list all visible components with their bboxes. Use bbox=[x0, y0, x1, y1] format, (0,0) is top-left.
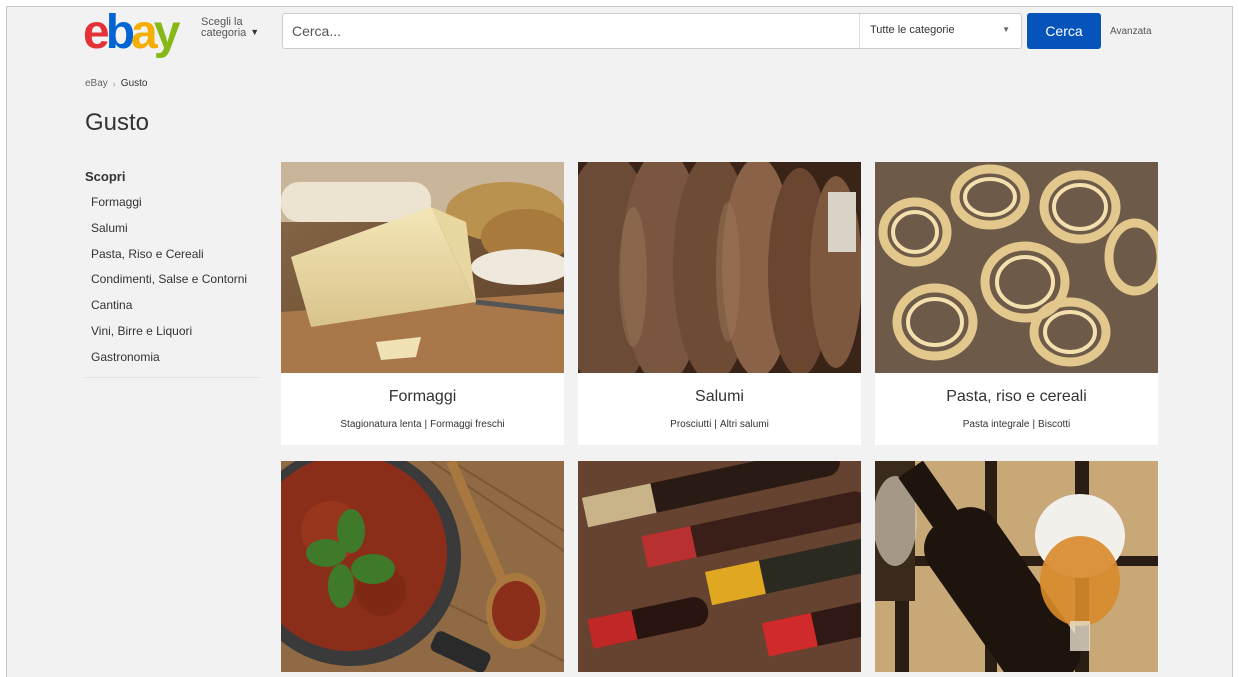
link-separator: | bbox=[714, 419, 717, 430]
category-card-wine[interactable] bbox=[578, 461, 861, 672]
category-card-pasta[interactable]: Pasta, riso e cereali Pasta integrale | Bi… bbox=[875, 162, 1158, 445]
category-select-value: Tutte le categorie bbox=[870, 24, 955, 36]
chevron-down-icon: ▼ bbox=[1002, 25, 1010, 34]
sidebar-heading: Scopri bbox=[85, 169, 126, 184]
sidebar: Scopri Formaggi Salumi Pasta, Riso e Cer… bbox=[85, 169, 261, 378]
sidebar-item-gastronomia[interactable]: Gastronomia bbox=[91, 351, 261, 363]
link-separator: | bbox=[1032, 419, 1036, 430]
card-links: Prosciutti | Altri salumi bbox=[578, 419, 861, 430]
search-box: Tutte le categorie ▼ bbox=[282, 13, 1022, 49]
sidebar-item-condimenti[interactable]: Condimenti, Salse e Contorni bbox=[91, 273, 261, 285]
sidebar-item-pasta[interactable]: Pasta, Riso e Cereali bbox=[91, 248, 261, 260]
sidebar-item-salumi[interactable]: Salumi bbox=[91, 222, 261, 234]
cheese-image bbox=[281, 162, 564, 373]
sidebar-item-cantina[interactable]: Cantina bbox=[91, 299, 261, 311]
card-title[interactable]: Formaggi bbox=[281, 388, 564, 406]
sauce-image bbox=[281, 461, 564, 672]
page-title: Gusto bbox=[85, 109, 150, 136]
browser-viewport: ebay Scegli la categoria ▼ Tutte le cate… bbox=[6, 6, 1233, 677]
breadcrumb: eBay › Gusto bbox=[85, 78, 147, 89]
card-links: Pasta integrale | Biscotti bbox=[875, 419, 1158, 430]
card-title[interactable]: Salumi bbox=[578, 388, 861, 406]
card-link[interactable]: Formaggi freschi bbox=[430, 419, 504, 430]
shop-by-category-button[interactable]: Scegli la categoria ▼ bbox=[201, 17, 259, 39]
category-card-salumi[interactable]: Salumi Prosciutti | Altri salumi bbox=[578, 162, 861, 445]
sidebar-divider bbox=[85, 377, 261, 378]
search-button[interactable]: Cerca bbox=[1027, 13, 1101, 49]
sidebar-list: Formaggi Salumi Pasta, Riso e Cereali Co… bbox=[85, 196, 261, 363]
card-link[interactable]: Prosciutti bbox=[670, 419, 711, 430]
ham-image bbox=[578, 162, 861, 373]
beer-image bbox=[875, 461, 1158, 672]
ebay-logo[interactable]: ebay bbox=[83, 9, 180, 57]
card-link[interactable]: Stagionatura lenta bbox=[340, 419, 421, 430]
card-link[interactable]: Altri salumi bbox=[720, 419, 769, 430]
card-link[interactable]: Biscotti bbox=[1038, 419, 1070, 430]
category-card-beer[interactable] bbox=[875, 461, 1158, 672]
wine-image bbox=[578, 461, 861, 672]
sidebar-item-vini[interactable]: Vini, Birre e Liquori bbox=[91, 325, 261, 337]
card-links: Stagionatura lenta | Formaggi freschi bbox=[281, 419, 564, 430]
advanced-search-link[interactable]: Avanzata bbox=[1110, 26, 1152, 37]
shop-by-line2: categoria bbox=[201, 27, 247, 39]
chevron-down-icon: ▼ bbox=[250, 27, 260, 37]
chevron-right-icon: › bbox=[112, 78, 116, 89]
card-title[interactable]: Pasta, riso e cereali bbox=[875, 388, 1158, 406]
category-card-formaggi[interactable]: Formaggi Stagionatura lenta | Formaggi fre… bbox=[281, 162, 564, 445]
breadcrumb-current: Gusto bbox=[120, 78, 148, 89]
search-input[interactable] bbox=[283, 14, 857, 48]
card-link[interactable]: Pasta integrale bbox=[963, 419, 1030, 430]
pasta-image bbox=[875, 162, 1158, 373]
link-separator: | bbox=[424, 419, 428, 430]
category-card-sauce[interactable] bbox=[281, 461, 564, 672]
sidebar-item-formaggi[interactable]: Formaggi bbox=[91, 196, 261, 208]
header: ebay Scegli la categoria ▼ Tutte le cate… bbox=[7, 7, 1232, 57]
category-select[interactable]: Tutte le categorie ▼ bbox=[859, 14, 1022, 48]
breadcrumb-home[interactable]: eBay bbox=[85, 78, 108, 89]
